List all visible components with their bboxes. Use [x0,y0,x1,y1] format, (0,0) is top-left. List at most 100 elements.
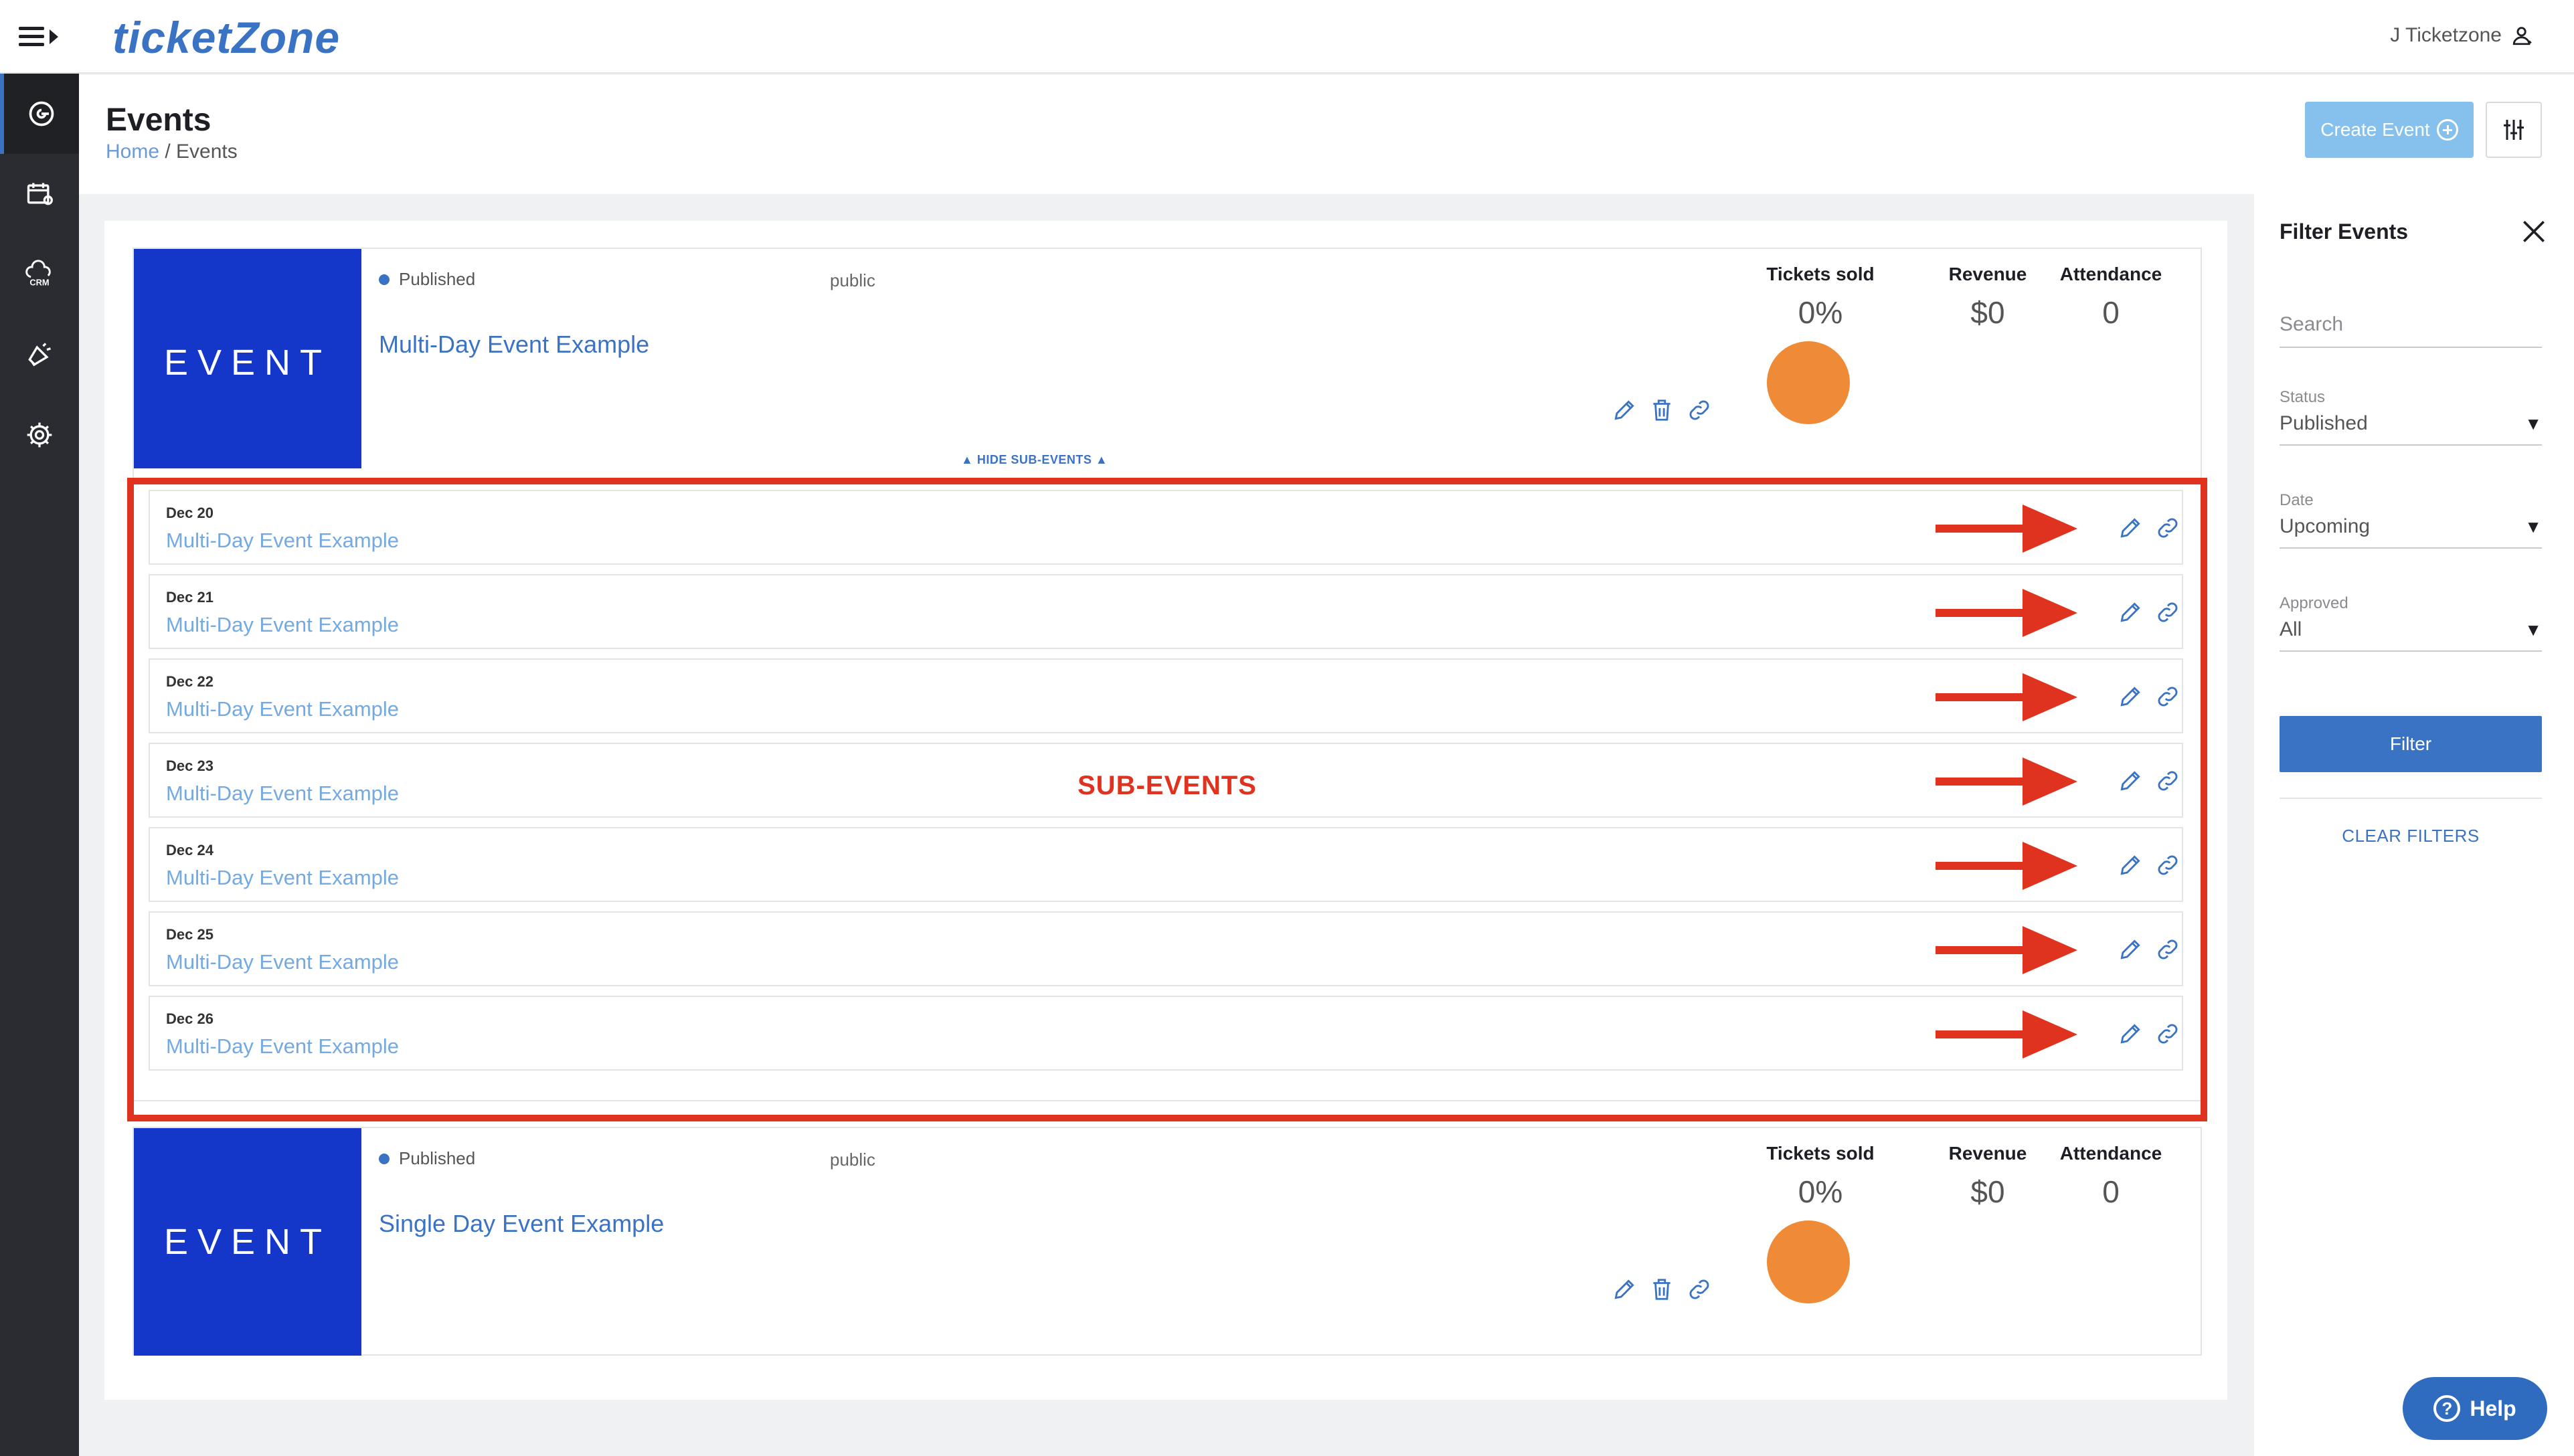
attendance-label: Attendance [2059,1143,2162,1164]
sub-event-name-link[interactable]: Multi-Day Event Example [166,866,399,890]
edit-pencil-icon[interactable] [1612,1277,1637,1302]
sub-event-date: Dec 24 [166,842,213,858]
filter-title: Filter Events [2280,219,2409,244]
sidebar-item-events[interactable] [0,154,79,234]
approved-select[interactable]: Approved All ▼ [2280,594,2542,652]
link-icon[interactable] [2155,515,2180,541]
hide-sub-events-toggle[interactable]: ▲ HIDE SUB-EVENTS ▲ [961,453,1108,467]
annotation-arrow-icon [1936,757,2077,806]
sub-event-actions [2118,768,2180,794]
search-input[interactable] [2280,313,2542,347]
filter-button[interactable]: Filter [2280,716,2542,772]
sub-event-name-link[interactable]: Multi-Day Event Example [166,950,399,974]
breadcrumb: Home / Events [106,141,238,163]
svg-text:CRM: CRM [29,278,49,288]
caret-down-icon: ▼ [2524,516,2542,537]
edit-pencil-icon[interactable] [2118,684,2143,709]
filter-toggle-button[interactable] [2486,102,2542,158]
edit-pencil-icon[interactable] [2118,515,2143,541]
sub-event-row: Dec 26 Multi-Day Event Example [149,996,2183,1071]
status-select[interactable]: Status Published ▼ [2280,388,2542,446]
status-select-label: Status [2280,388,2326,406]
user-name: J Ticketzone [2390,24,2502,46]
sub-event-name-link[interactable]: Multi-Day Event Example [166,529,399,553]
approved-select-label: Approved [2280,594,2348,612]
sub-event-row: Dec 22 Multi-Day Event Example [149,658,2183,733]
top-bar: ticketZone J Ticketzone [0,0,2574,74]
sub-event-date: Dec 20 [166,505,213,521]
user-menu[interactable]: J Ticketzone [2390,24,2534,47]
sub-event-actions [2118,852,2180,878]
annotation-arrow-icon [1936,926,2077,974]
create-event-button[interactable]: Create Event [2305,102,2474,158]
close-icon[interactable] [2519,217,2549,246]
page-header: Events Home / Events Create Event [79,75,2574,194]
link-icon[interactable] [2155,684,2180,709]
sidebar: CRM [0,74,79,1456]
event-thumbnail-text: EVENT [163,1222,332,1262]
tickets-sold-value: 0% [1798,295,1843,330]
edit-pencil-icon[interactable] [2118,768,2143,794]
sub-event-row: Dec 21 Multi-Day Event Example [149,574,2183,649]
link-icon[interactable] [1687,397,1712,423]
event-card-multi-day: EVENT Published public Multi-Day Event E… [133,248,2202,476]
link-icon[interactable] [2155,852,2180,878]
sub-event-name-link[interactable]: Multi-Day Event Example [166,782,399,806]
annotation-sub-events-label: SUB-EVENTS [1078,771,1257,800]
sub-event-name-link[interactable]: Multi-Day Event Example [166,697,399,721]
sidebar-item-crm[interactable]: CRM [0,234,79,314]
trash-icon[interactable] [1649,1277,1675,1302]
event-thumbnail[interactable]: EVENT [134,1128,361,1356]
status-text: Published [399,269,476,289]
edit-pencil-icon[interactable] [2118,852,2143,878]
edit-pencil-icon[interactable] [2118,937,2143,962]
status-text: Published [399,1148,476,1168]
help-button-label: Help [2470,1396,2516,1421]
status-dot-icon [379,274,390,285]
breadcrumb-home[interactable]: Home [106,141,159,163]
edit-pencil-icon[interactable] [2118,1021,2143,1046]
sub-event-actions [2118,684,2180,709]
annotation-arrow-icon [1936,505,2077,553]
link-icon[interactable] [2155,768,2180,794]
link-icon[interactable] [2155,937,2180,962]
link-icon[interactable] [1687,1277,1712,1302]
menu-toggle-icon[interactable] [16,20,63,54]
edit-pencil-icon[interactable] [1612,397,1637,423]
attendance-stat: Attendance 0 [2051,264,2171,331]
app-logo[interactable]: ticketZone [112,12,340,63]
link-icon[interactable] [2155,600,2180,625]
attendance-label: Attendance [2059,264,2162,284]
help-button[interactable]: ? Help [2403,1377,2547,1440]
event-thumbnail[interactable]: EVENT [134,249,361,476]
clear-filters-button[interactable]: CLEAR FILTERS [2280,826,2542,846]
revenue-value: $0 [1970,1174,2005,1209]
revenue-label: Revenue [1948,264,2027,284]
event-name-link[interactable]: Multi-Day Event Example [379,331,649,359]
event-name-link[interactable]: Single Day Event Example [379,1210,664,1238]
date-select-label: Date [2280,491,2314,509]
sidebar-item-settings[interactable] [0,395,79,475]
tickets-sold-stat: Tickets sold 0% [1753,1143,1887,1210]
sub-event-name-link[interactable]: Multi-Day Event Example [166,613,399,637]
tickets-sold-donut [1767,1220,1850,1303]
event-thumbnail-text: EVENT [163,343,332,383]
edit-pencil-icon[interactable] [2118,600,2143,625]
date-select[interactable]: Date Upcoming ▼ [2280,491,2542,549]
breadcrumb-separator: / [159,141,177,163]
sub-event-actions [2118,1021,2180,1046]
sub-event-date: Dec 26 [166,1010,213,1027]
sub-event-name-link[interactable]: Multi-Day Event Example [166,1034,399,1059]
annotation-arrow-icon [1936,589,2077,637]
annotation-arrow-icon [1936,1010,2077,1059]
status-select-value: Published [2280,412,2368,434]
trash-icon[interactable] [1649,397,1675,423]
sidebar-item-dashboard[interactable] [0,74,79,154]
link-icon[interactable] [2155,1021,2180,1046]
attendance-value: 0 [2102,1174,2120,1209]
event-card-single-day: EVENT Published public Single Day Event … [133,1127,2202,1356]
sidebar-item-marketing[interactable] [0,314,79,395]
caret-down-icon: ▼ [2524,619,2542,640]
user-icon [2512,27,2532,46]
status-badge: Published [379,269,475,290]
